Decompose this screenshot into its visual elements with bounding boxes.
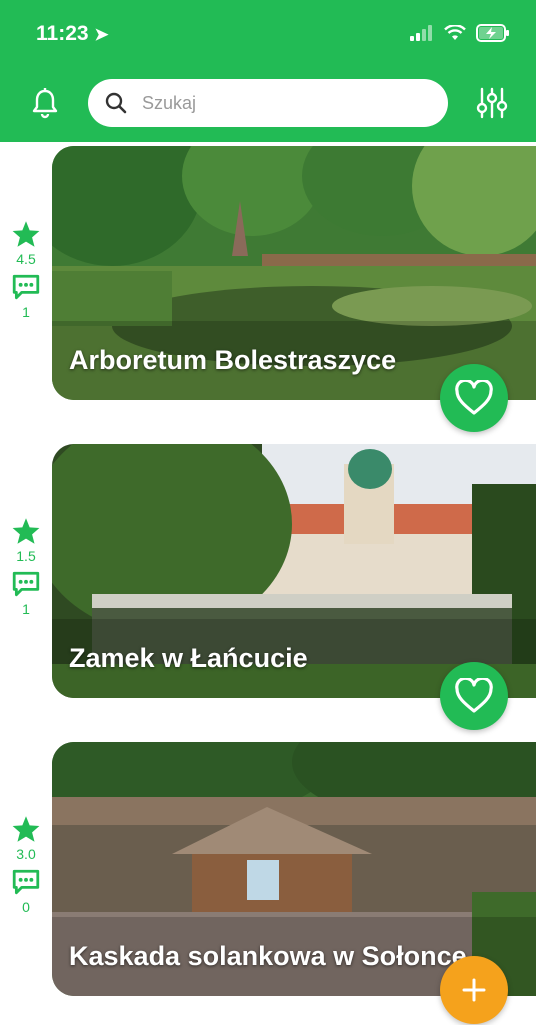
heart-icon (455, 678, 493, 713)
search-bar[interactable] (88, 79, 448, 127)
place-card[interactable]: Zamek w Łańcucie (52, 444, 536, 698)
status-time: 11:23 ➤ (36, 22, 109, 45)
rating-value: 3.0 (16, 846, 36, 862)
comment-icon (12, 571, 40, 597)
place-stats: 1.5 1 (0, 517, 52, 617)
comment-icon (12, 274, 40, 300)
place-card[interactable]: Arboretum Bolestraszyce (52, 146, 536, 400)
location-arrow-icon: ➤ (94, 25, 109, 44)
comments-count: 1 (22, 304, 30, 320)
rating-value: 4.5 (16, 251, 36, 267)
rating-value: 1.5 (16, 548, 36, 564)
wifi-icon (444, 25, 466, 40)
place-title: Zamek w Łańcucie (69, 643, 308, 673)
star-icon (12, 816, 40, 842)
star-icon (12, 221, 40, 247)
status-icons (410, 24, 510, 42)
search-icon (105, 92, 127, 114)
filter-sliders-icon[interactable] (476, 86, 508, 120)
place-title: Arboretum Bolestraszyce (69, 345, 397, 375)
status-bar: 11:23 ➤ (0, 0, 536, 70)
plus-icon (462, 978, 486, 1002)
star-icon (12, 518, 40, 544)
heart-icon (455, 380, 493, 415)
place-stats: 3.0 0 (0, 815, 52, 915)
comment-icon (12, 869, 40, 895)
favorite-button[interactable] (440, 364, 508, 432)
favorite-button[interactable] (440, 662, 508, 730)
place-title: Kaskada solankowa w Sołonce (69, 941, 467, 971)
comments-count: 1 (22, 601, 30, 617)
search-input[interactable] (142, 79, 432, 127)
place-stats: 4.5 1 (0, 220, 52, 320)
comments-count: 0 (22, 899, 30, 915)
battery-charging-icon (476, 24, 509, 42)
bell-icon[interactable] (28, 86, 62, 120)
top-bar (0, 70, 536, 142)
signal-icon (410, 25, 432, 41)
add-place-button[interactable] (440, 956, 508, 1024)
